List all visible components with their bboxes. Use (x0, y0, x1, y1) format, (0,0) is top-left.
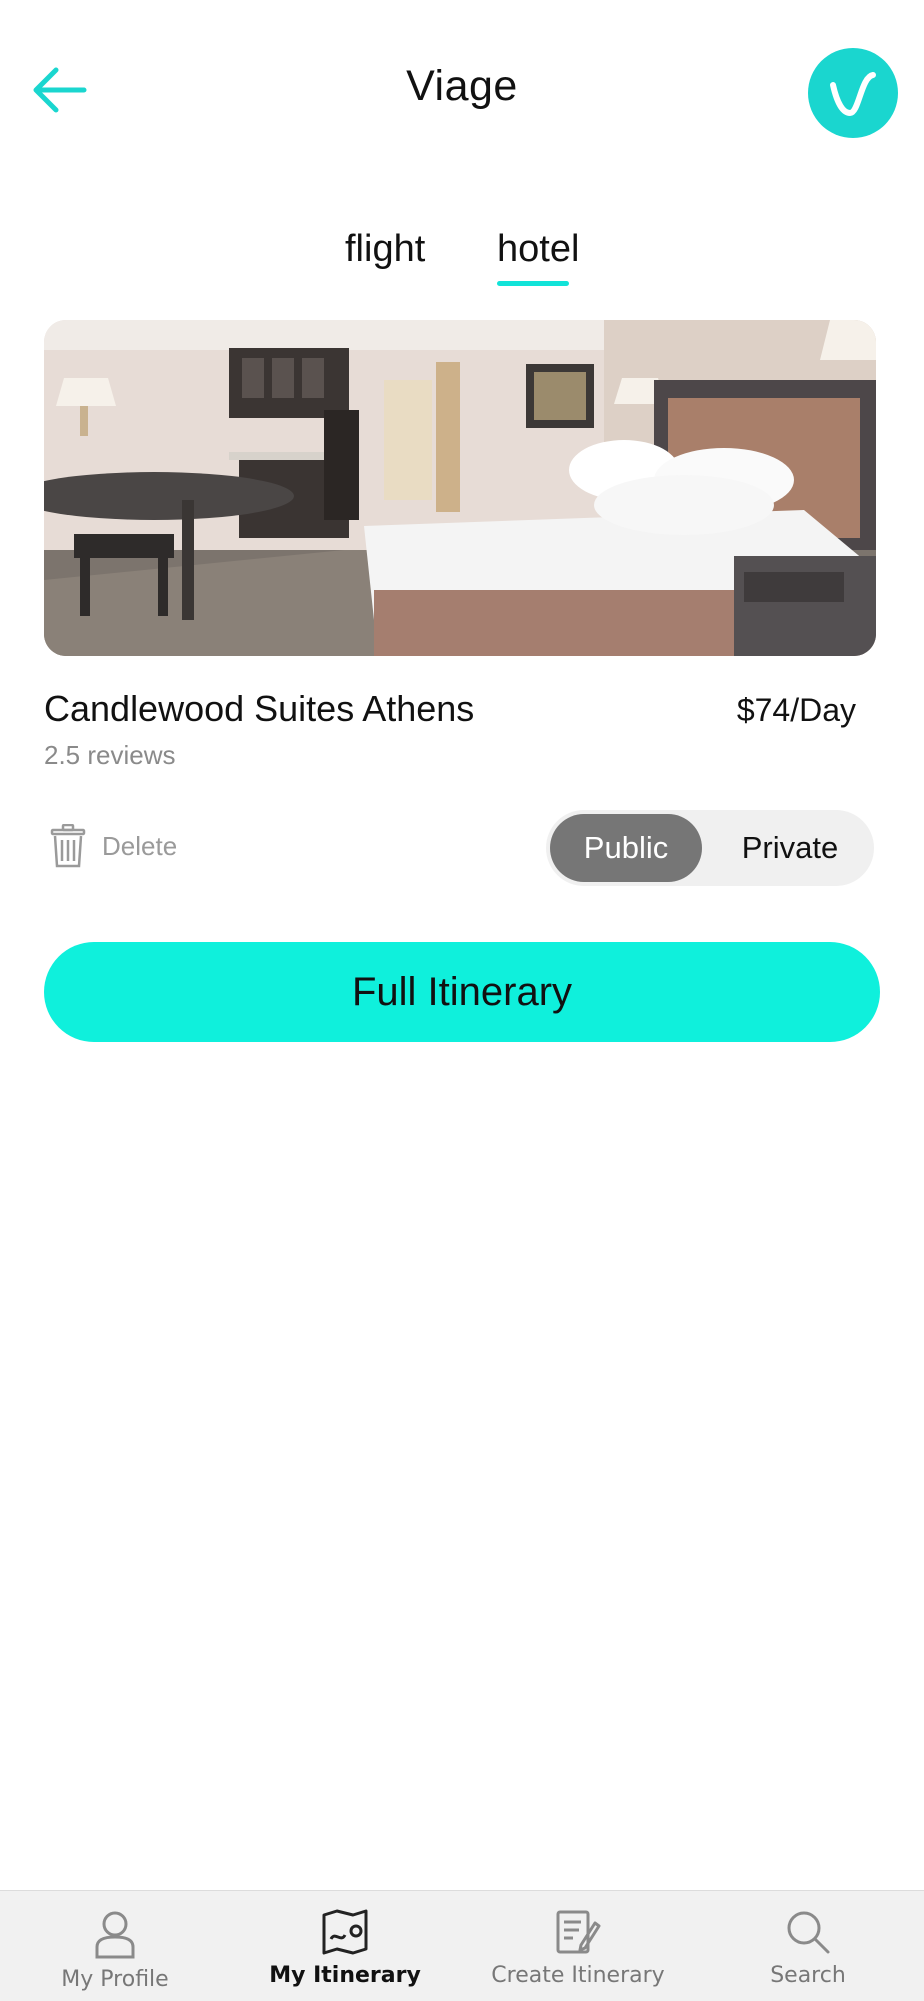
edit-document-icon (556, 1910, 601, 1954)
trash-icon (50, 824, 86, 868)
active-tab-indicator (497, 281, 569, 286)
nav-label-my-profile: My Profile (61, 1967, 169, 1992)
nav-search[interactable]: Search (738, 1891, 878, 2001)
tab-flight[interactable]: flight (345, 228, 425, 271)
nav-create-itinerary[interactable]: Create Itinerary (478, 1891, 678, 2001)
private-option[interactable]: Private (710, 814, 870, 882)
page-title: Viage (406, 62, 518, 110)
delete-label: Delete (102, 830, 178, 861)
public-option[interactable]: Public (550, 814, 702, 882)
hotel-price: $74/Day (736, 692, 856, 728)
nav-my-itinerary[interactable]: My Itinerary (265, 1891, 425, 2001)
tab-hotel[interactable]: hotel (497, 228, 579, 271)
user-icon (95, 1911, 135, 1959)
nav-label-my-itinerary: My Itinerary (269, 1963, 421, 1988)
nav-my-profile[interactable]: My Profile (40, 1891, 190, 2001)
visibility-toggle[interactable]: Public Private (546, 810, 874, 886)
full-itinerary-button[interactable]: Full Itinerary (44, 942, 880, 1042)
nav-label-create-itinerary: Create Itinerary (491, 1963, 665, 1988)
viage-logo-button[interactable] (808, 48, 898, 138)
viage-logo-icon (830, 72, 876, 117)
hotel-name: Candlewood Suites Athens (44, 688, 475, 729)
nav-label-search: Search (770, 1963, 846, 1988)
hotel-reviews: 2.5 reviews (44, 740, 176, 770)
map-icon (322, 1909, 368, 1955)
hotel-room-photo[interactable] (44, 320, 876, 656)
search-icon (787, 1911, 830, 1954)
bottom-navigation: My Profile My Itinerary Create Itinerary… (0, 1890, 924, 2001)
delete-button[interactable]: Delete (50, 824, 177, 868)
